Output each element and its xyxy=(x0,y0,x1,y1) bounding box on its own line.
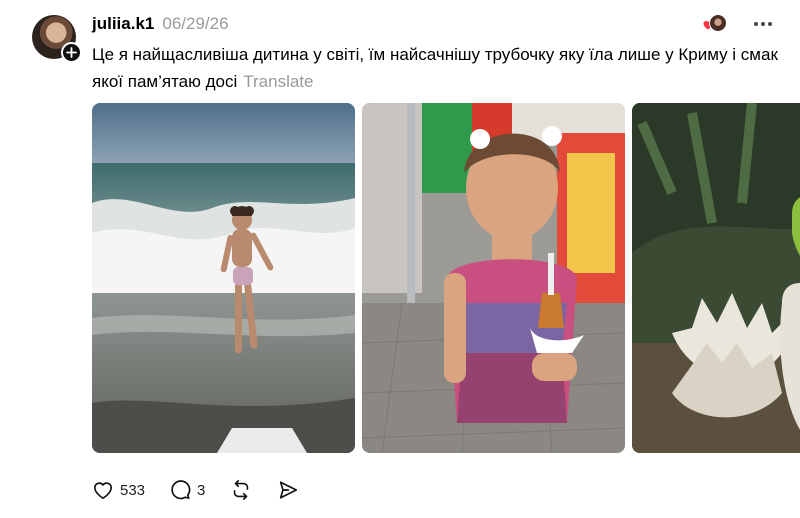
translate-link[interactable]: Translate xyxy=(243,72,313,91)
repost-icon xyxy=(234,480,249,500)
heart-icon xyxy=(94,482,112,499)
photo-carousel[interactable] xyxy=(92,103,800,453)
comment-icon xyxy=(171,480,191,500)
post-caption: Це я найщасливіша дитина у світі, їм най… xyxy=(92,41,782,95)
photo-beach[interactable] xyxy=(92,103,355,453)
like-button[interactable]: 533 xyxy=(92,480,145,500)
photo-dinosaur-eggs[interactable] xyxy=(632,103,800,453)
post-timestamp[interactable]: 06/29/26 xyxy=(162,14,228,34)
like-count: 533 xyxy=(120,481,146,499)
caption-text: Це я найщасливіша дитина у світі, їм най… xyxy=(92,45,778,91)
repost-button[interactable] xyxy=(229,479,253,501)
more-options-button[interactable] xyxy=(754,22,772,26)
liked-by-avatar xyxy=(709,14,727,32)
follow-button[interactable] xyxy=(61,42,82,63)
more-horizontal-icon xyxy=(754,22,758,26)
send-icon xyxy=(280,481,298,499)
share-button[interactable] xyxy=(277,479,299,501)
post-header-actions xyxy=(702,14,772,34)
author-avatar-container[interactable] xyxy=(32,15,82,63)
comment-button[interactable]: 3 xyxy=(169,479,205,501)
plus-icon xyxy=(66,47,77,58)
comment-count: 3 xyxy=(197,481,206,499)
post-header: juliia.k1 06/29/26 xyxy=(92,14,229,36)
thread-post: juliia.k1 06/29/26 Це я найщасливіша дит… xyxy=(0,0,800,518)
photo-ice-cream[interactable] xyxy=(362,103,625,453)
author-username[interactable]: juliia.k1 xyxy=(92,14,154,34)
liked-by-indicator[interactable] xyxy=(702,14,727,34)
post-actions: 533 3 xyxy=(92,477,323,503)
